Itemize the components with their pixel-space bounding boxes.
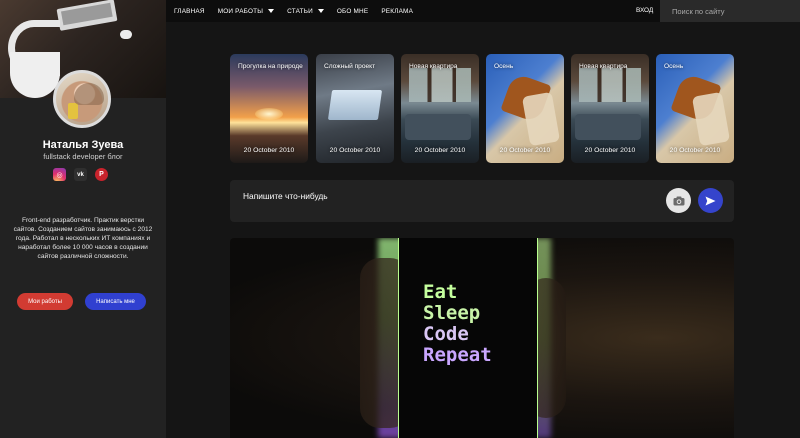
post-image: Eat Sleep Code Repeat [230,238,734,438]
story-date: 20 October 2010 [414,147,466,154]
instagram-icon[interactable]: ◎ [53,168,66,181]
avatar[interactable] [53,70,111,128]
story-card[interactable]: Осень 20 October 2010 [656,54,734,163]
story-date: 20 October 2010 [329,147,381,154]
nav-item-label: ОБО МНЕ [336,7,369,15]
pinterest-icon[interactable]: P [95,168,108,181]
story-date: 20 October 2010 [243,147,295,154]
login-link[interactable]: ВХОД [636,0,653,22]
nav-item-my-works[interactable]: МОИ РАБОТЫ [217,7,275,15]
story-date: 20 October 2010 [499,147,551,154]
nav-item-advertising[interactable]: РЕКЛАМА [381,8,413,15]
slogan-line: Repeat [423,344,492,366]
profile-bio: Front-end разработчик. Практик верстки с… [13,217,153,260]
story-title: Осень [494,63,514,70]
write-me-button[interactable]: Написать мне [85,293,146,310]
chevron-down-icon [268,9,275,13]
nav-item-home[interactable]: ГЛАВНАЯ [174,8,205,15]
slogan-line: Code [423,323,469,345]
story-title: Осень [664,63,684,70]
profile-subtitle: fullstack developer блог [43,152,123,161]
story-card[interactable]: Прогулка на природе 20 October 2010 [230,54,308,163]
story-title: Новая квартира [579,63,628,70]
story-card[interactable]: Осень 20 October 2010 [486,54,564,163]
story-date: 20 October 2010 [669,147,721,154]
nav-item-label: РЕКЛАМА [381,7,414,15]
send-button[interactable] [698,188,723,213]
search-input[interactable] [660,0,800,22]
story-card[interactable]: Новая квартира 20 October 2010 [571,54,649,163]
sidebar: Наталья Зуева fullstack developer блог ◎… [0,0,166,438]
vk-icon[interactable]: vk [74,168,87,181]
nav-item-label: МОИ РАБОТЫ [217,7,264,15]
story-date: 20 October 2010 [584,147,636,154]
my-works-button[interactable]: Мои работы [17,293,73,310]
camera-button[interactable] [666,188,691,213]
chevron-down-icon [317,9,324,13]
send-icon [705,196,716,205]
nav-item-label: СТАТЬИ [287,7,313,15]
nav-item-about[interactable]: ОБО МНЕ [337,8,368,15]
main-nav: ГЛАВНАЯ МОИ РАБОТЫ СТАТЬИ ОБО МНЕ РЕКЛАМ… [174,0,413,22]
new-post-box[interactable]: Напишите что-нибудь [230,180,734,222]
post-input[interactable]: Напишите что-нибудь [243,191,328,201]
slogan-line: Eat [423,281,458,303]
nav-item-articles[interactable]: СТАТЬИ [287,8,324,15]
hero-slogan: Eat Sleep Code Repeat [423,282,492,366]
story-card[interactable]: Новая квартира 20 October 2010 [401,54,479,163]
story-card[interactable]: Сложный проект 20 October 2010 [316,54,394,163]
story-title: Сложный проект [324,63,376,70]
slogan-line: Sleep [423,302,481,324]
top-navigation-bar: ГЛАВНАЯ МОИ РАБОТЫ СТАТЬИ ОБО МНЕ РЕКЛАМ… [166,0,800,22]
profile-name: Наталья Зуева [42,139,124,151]
story-title: Новая квартира [409,63,458,70]
social-links: ◎ vk P [53,168,108,181]
story-title: Прогулка на природе [238,63,303,70]
nav-item-label: ГЛАВНАЯ [174,7,205,15]
camera-icon [673,196,684,205]
